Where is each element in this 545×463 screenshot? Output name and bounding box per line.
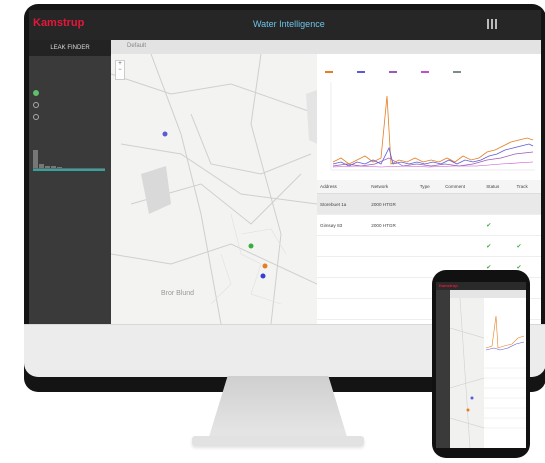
cell-type[interactable] [416, 193, 443, 215]
sidebar: LEAK FINDER [29, 40, 111, 324]
table-header-row: Address Network Type Comment Status Trac… [317, 180, 541, 194]
cell-status[interactable] [483, 193, 514, 215]
cell-network [368, 319, 417, 324]
chart-plot [325, 71, 535, 171]
cell-address [317, 298, 369, 320]
cell-network [368, 298, 417, 320]
chart-legend [325, 71, 461, 73]
threshold-histogram [33, 150, 105, 169]
brand-logo[interactable]: Kamstrup [33, 17, 84, 29]
column-header[interactable]: Comment [442, 180, 484, 194]
cell-status[interactable]: ✔ [483, 214, 514, 236]
map-view[interactable]: + − Bror Blund [111, 54, 317, 324]
map-marker-icon [262, 263, 268, 269]
filter-bar: Default [111, 40, 541, 54]
cell-address [317, 277, 369, 299]
cell-address: Gimsøy 83 [317, 214, 369, 236]
apps-grid-icon[interactable] [487, 19, 497, 29]
cell-comment[interactable] [442, 193, 484, 215]
top-bar: Kamstrup Water Intelligence [29, 10, 541, 40]
column-header[interactable]: Network [368, 180, 417, 194]
cell-type[interactable] [416, 214, 443, 236]
column-header[interactable]: Address [317, 180, 369, 194]
consumption-chart [317, 54, 541, 180]
phone-table-rows [484, 367, 526, 429]
cell-track[interactable] [513, 193, 541, 215]
cell-comment[interactable] [442, 235, 484, 257]
app-title: Water Intelligence [253, 19, 325, 29]
sidebar-option-1[interactable] [33, 90, 42, 96]
cell-address [317, 256, 369, 278]
phone-chart [484, 298, 526, 358]
phone-table [484, 358, 526, 448]
phone-map [449, 297, 485, 448]
cell-track[interactable]: ✔ [513, 235, 541, 257]
monitor-stand [208, 376, 348, 440]
map-place-label: Bror Blund [161, 290, 195, 297]
column-header[interactable]: Type [416, 180, 443, 194]
check-icon: ✔ [516, 243, 522, 250]
cell-address [317, 319, 369, 324]
phone-device: Kamstrup [432, 270, 530, 458]
cell-address [317, 235, 369, 257]
threshold-slider[interactable] [33, 169, 105, 171]
map-marker-icon [248, 243, 254, 249]
cell-network: 2000 HTGR [368, 193, 417, 215]
sidebar-option-2[interactable] [33, 102, 42, 108]
map-marker-icon [162, 131, 168, 137]
column-header[interactable]: Status [483, 180, 514, 194]
cell-network [368, 235, 417, 257]
table-row[interactable]: Gimsøy 83 2000 HTGR ✔ [317, 214, 541, 236]
column-header[interactable]: Track [513, 180, 541, 194]
filter-dropdown[interactable]: Default [127, 43, 146, 49]
phone-chart-plot [485, 315, 525, 351]
cell-track[interactable] [513, 214, 541, 236]
sidebar-option-3[interactable] [33, 114, 42, 120]
map-marker-icon [260, 273, 266, 279]
phone-top-bar: Kamstrup [436, 282, 526, 290]
cell-status[interactable]: ✔ [483, 235, 514, 257]
phone-screen: Kamstrup [436, 282, 526, 448]
phone-map-roads [449, 297, 485, 448]
cell-address: Storebuet 1a [317, 193, 369, 215]
sidebar-heading: LEAK FINDER [29, 40, 111, 56]
phone-brand-logo: Kamstrup [439, 283, 458, 288]
phone-filter-bar [450, 290, 526, 298]
zoom-control[interactable]: + − [115, 60, 125, 80]
table-row[interactable]: Storebuet 1a 2000 HTGR [317, 193, 541, 215]
cell-network [368, 277, 417, 299]
check-icon: ✔ [486, 243, 492, 250]
cell-comment[interactable] [442, 214, 484, 236]
phone-sidebar [436, 290, 450, 448]
check-icon: ✔ [486, 222, 492, 229]
cell-network [368, 256, 417, 278]
radio-icon [33, 114, 39, 120]
map-roads [111, 54, 317, 324]
cell-network: 2000 HTGR [368, 214, 417, 236]
radio-icon [33, 90, 39, 96]
table-row[interactable]: ✔ ✔ [317, 235, 541, 257]
monitor-base [192, 436, 364, 446]
radio-icon [33, 102, 39, 108]
cell-type[interactable] [416, 235, 443, 257]
